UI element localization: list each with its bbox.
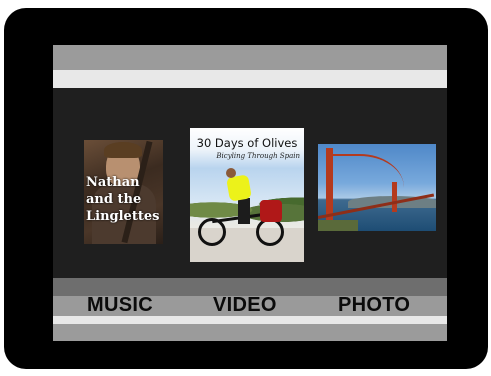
music-cover-figure-hair xyxy=(104,142,142,158)
bottom-band xyxy=(53,324,447,341)
video-cover-subtitle: Bicyling Through Spain xyxy=(216,152,300,160)
top-band xyxy=(53,45,447,70)
bicycle-pannier xyxy=(260,200,282,222)
menu-music[interactable]: MUSIC xyxy=(87,294,153,317)
bridge-tower-far xyxy=(392,182,397,212)
top-light-band xyxy=(53,70,447,88)
cyclist-legs xyxy=(238,198,250,224)
video-cover-title: 30 Days of Olives xyxy=(196,136,298,150)
menu-photo[interactable]: PHOTO xyxy=(338,294,410,317)
photo-thumbnail[interactable] xyxy=(318,144,436,231)
cyclist-head xyxy=(226,168,236,178)
cyclist-jersey xyxy=(226,174,252,202)
music-cover-title: Nathan and the Linglettes xyxy=(86,175,160,224)
photo-shoreline xyxy=(318,220,358,231)
menu-light-band xyxy=(53,316,447,324)
video-cover[interactable]: 30 Days of Olives Bicyling Through Spain xyxy=(190,128,304,262)
music-album-cover[interactable]: Nathan and the Linglettes xyxy=(84,140,163,244)
media-screen: Nathan and the Linglettes 30 Days of Oli… xyxy=(53,45,447,341)
bicycle-front-wheel xyxy=(198,218,226,246)
menu-video[interactable]: VIDEO xyxy=(213,294,277,317)
bicycle-rear-wheel xyxy=(256,218,284,246)
